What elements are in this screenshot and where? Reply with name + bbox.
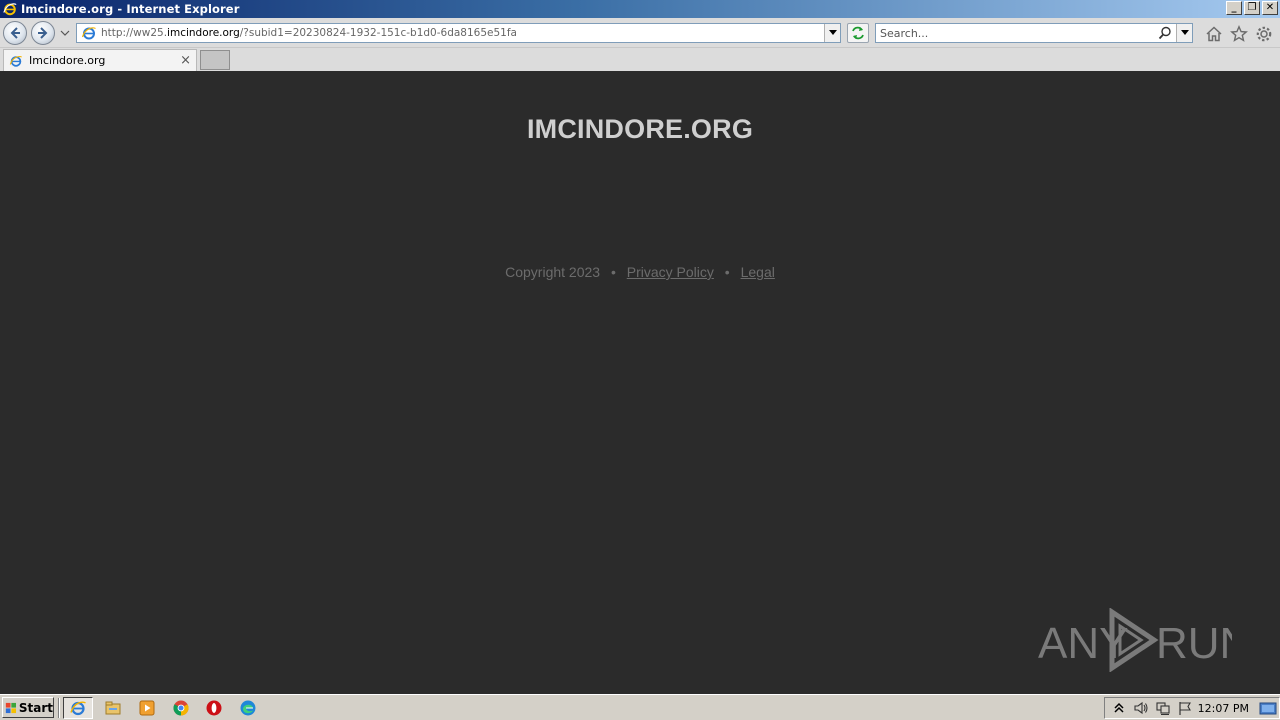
internet-explorer-icon <box>70 701 86 716</box>
window-controls: _ ❐ ✕ <box>1226 1 1278 15</box>
compatibility-refresh-button[interactable] <box>847 23 869 43</box>
tab-bar: Imcindore.org × <box>0 48 1280 71</box>
watermark-left-text: ANY <box>1038 619 1128 668</box>
watermark-right-text: RUN <box>1156 619 1232 668</box>
favorites-star-icon[interactable] <box>1230 25 1248 43</box>
start-label: Start <box>18 700 53 715</box>
recent-pages-dropdown-icon[interactable] <box>60 28 70 38</box>
back-arrow-icon <box>10 27 20 39</box>
site-title: IMCINDORE.ORG <box>526 114 754 144</box>
taskbar-separator <box>58 698 60 718</box>
windows-logo-icon <box>5 702 17 713</box>
dropdown-arrow-icon <box>1180 30 1189 35</box>
page-footer: Copyright 2023 • Privacy Policy • Legal <box>0 264 1280 280</box>
opera-icon <box>206 700 222 716</box>
taskbar-app-internet-explorer[interactable] <box>63 697 93 719</box>
edge-icon <box>240 700 256 716</box>
anyrun-watermark-logo: ANY RUN <box>1038 608 1232 672</box>
page-ie-icon <box>81 27 96 40</box>
page-content: IMCINDORE.ORG Copyright 2023 • Privacy P… <box>0 71 1280 692</box>
tab-ie-icon <box>9 55 22 67</box>
taskbar-app-opera[interactable] <box>199 697 229 719</box>
settings-gear-icon[interactable] <box>1255 25 1273 43</box>
taskbar-app-chrome[interactable] <box>166 697 196 719</box>
forward-arrow-icon <box>38 27 48 39</box>
taskbar: Start 12:07 PM <box>0 694 1280 720</box>
search-input[interactable] <box>880 25 1150 41</box>
internet-explorer-icon <box>3 3 17 16</box>
volume-icon[interactable] <box>1133 700 1149 716</box>
start-button[interactable]: Start <box>2 697 54 718</box>
file-explorer-icon <box>105 701 121 715</box>
tab-imcindore[interactable]: Imcindore.org × <box>3 49 197 71</box>
show-hidden-icons-chevron-icon[interactable] <box>1111 700 1127 716</box>
window-title: Imcindore.org - Internet Explorer <box>21 2 240 16</box>
search-provider-dropdown[interactable] <box>1176 24 1192 42</box>
dropdown-arrow-icon <box>828 30 837 35</box>
footer-separator: • <box>724 264 730 280</box>
action-center-flag-icon[interactable] <box>1177 700 1193 716</box>
network-icon[interactable] <box>1155 700 1171 716</box>
refresh-icon <box>852 26 864 40</box>
restore-button[interactable]: ❐ <box>1244 1 1260 15</box>
taskbar-app-media-player[interactable] <box>132 697 162 719</box>
media-player-icon <box>139 700 155 716</box>
new-tab-button[interactable] <box>200 50 230 70</box>
footer-separator: • <box>610 264 616 280</box>
home-icon[interactable] <box>1205 25 1223 43</box>
navigation-bar: http://ww25.imcindore.org/?subid1=202308… <box>0 18 1280 48</box>
address-bar[interactable]: http://ww25.imcindore.org/?subid1=202308… <box>76 23 841 43</box>
back-button[interactable] <box>3 21 27 45</box>
system-tray: 12:07 PM <box>1104 697 1280 719</box>
privacy-policy-link[interactable]: Privacy Policy <box>627 264 714 280</box>
close-tab-icon[interactable]: × <box>180 53 191 68</box>
legal-link[interactable]: Legal <box>741 264 775 280</box>
minimize-button[interactable]: _ <box>1226 1 1242 15</box>
tab-label: Imcindore.org <box>29 54 106 67</box>
search-box[interactable] <box>875 23 1193 43</box>
search-icon[interactable] <box>1158 26 1172 40</box>
chrome-icon <box>173 700 189 716</box>
url-text: http://ww25.imcindore.org/?subid1=202308… <box>101 27 517 39</box>
window-title-bar: Imcindore.org - Internet Explorer _ ❐ ✕ <box>0 0 1280 18</box>
taskbar-clock[interactable]: 12:07 PM <box>1198 702 1249 715</box>
taskbar-app-edge[interactable] <box>233 697 263 719</box>
close-window-button[interactable]: ✕ <box>1262 1 1278 15</box>
taskbar-app-file-explorer[interactable] <box>98 697 128 719</box>
copyright-text: Copyright 2023 <box>505 264 601 280</box>
show-desktop-icon[interactable] <box>1259 701 1277 716</box>
forward-button[interactable] <box>31 21 55 45</box>
address-dropdown-button[interactable] <box>824 24 840 42</box>
